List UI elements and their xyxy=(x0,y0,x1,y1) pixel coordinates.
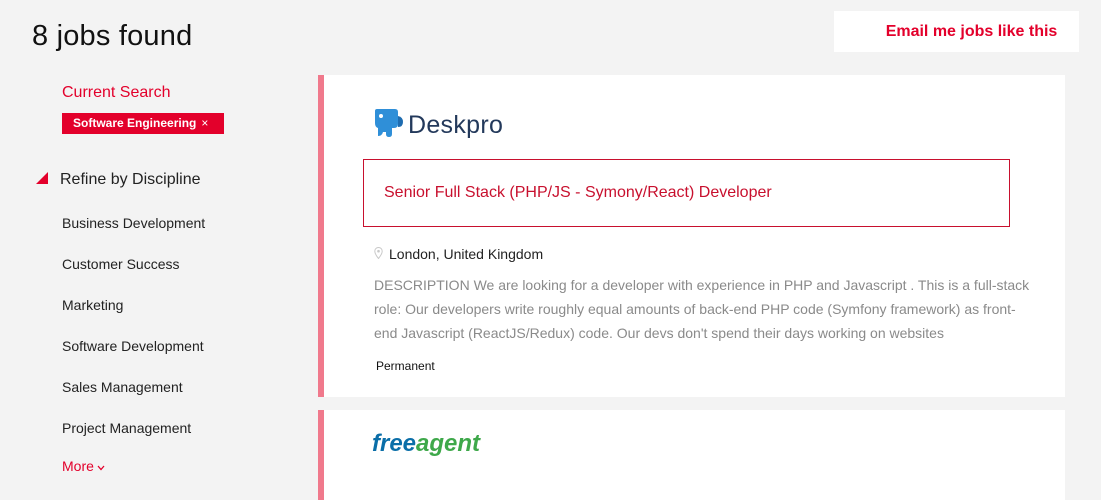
deskpro-wordmark: Deskpro xyxy=(408,111,504,139)
email-me-jobs-label: Email me jobs like this xyxy=(885,23,1058,40)
job-description: DESCRIPTION We are looking for a develop… xyxy=(374,277,1030,341)
discipline-item-business-development[interactable]: Business Development xyxy=(62,213,205,254)
more-disciplines-link[interactable]: More xyxy=(62,458,105,474)
deskpro-elephant-icon xyxy=(372,108,404,143)
job-location: London, United Kingdom xyxy=(374,246,543,262)
job-type-badge: Permanent xyxy=(376,359,435,373)
discipline-list: Business Development Customer Success Ma… xyxy=(62,213,205,459)
current-search-label: Current Search xyxy=(62,84,171,101)
chevron-down-icon xyxy=(97,463,105,474)
remove-filter-icon[interactable]: × xyxy=(201,116,208,130)
freeagent-wordmark-free: free xyxy=(372,430,417,457)
more-label: More xyxy=(62,458,94,474)
discipline-item-project-management[interactable]: Project Management xyxy=(62,418,205,459)
job-card[interactable]: Deskpro Senior Full Stack (PHP/JS - Symo… xyxy=(318,75,1065,397)
company-logo-freeagent: free agent xyxy=(372,430,480,458)
discipline-item-marketing[interactable]: Marketing xyxy=(62,295,205,336)
discipline-item-software-development[interactable]: Software Development xyxy=(62,336,205,377)
location-text: London, United Kingdom xyxy=(389,246,544,262)
job-card[interactable]: free agent xyxy=(318,410,1065,500)
refine-by-discipline-toggle[interactable]: Refine by Discipline xyxy=(36,171,201,189)
email-me-jobs-button[interactable]: Email me jobs like this xyxy=(834,11,1079,52)
active-filter-label: Software Engineering xyxy=(73,116,197,130)
company-logo-deskpro: Deskpro xyxy=(372,108,503,143)
results-count-title: 8 jobs found xyxy=(32,20,193,52)
job-title-link[interactable]: Senior Full Stack (PHP/JS - Symony/React… xyxy=(384,184,772,202)
active-filter-tag[interactable]: Software Engineering × xyxy=(62,113,224,134)
discipline-item-customer-success[interactable]: Customer Success xyxy=(62,254,205,295)
discipline-item-sales-management[interactable]: Sales Management xyxy=(62,377,205,418)
triangle-collapse-icon xyxy=(36,171,48,184)
location-pin-icon xyxy=(374,246,383,262)
freeagent-wordmark-agent: agent xyxy=(416,430,481,457)
job-title-box[interactable]: Senior Full Stack (PHP/JS - Symony/React… xyxy=(363,159,1010,227)
refine-heading-label: Refine by Discipline xyxy=(60,171,201,188)
